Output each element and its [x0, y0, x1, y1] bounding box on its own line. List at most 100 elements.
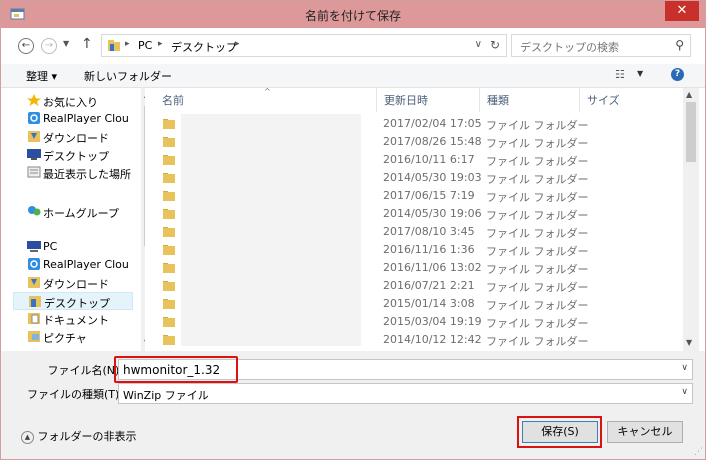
file-type: ファイル フォルダー	[486, 119, 589, 132]
table-row[interactable]: 2015/03/04 19:19 ファイル フォルダー	[151, 313, 683, 331]
nav-item-desktop-selected[interactable]: デスクトップ	[13, 292, 133, 310]
close-button[interactable]: ✕	[665, 1, 699, 21]
view-options-icon[interactable]: ☷	[615, 68, 625, 81]
table-row[interactable]: 2017/08/26 15:48 ファイル フォルダー	[151, 133, 683, 151]
file-date: 2017/08/10 3:45	[383, 225, 475, 238]
save-button[interactable]: 保存(S)	[522, 421, 598, 443]
column-header-size[interactable]: サイズ	[587, 92, 620, 108]
filetype-value: WinZip ファイル	[123, 389, 209, 402]
hide-folders-toggle[interactable]: ▲ フォルダーの非表示	[21, 428, 137, 444]
nav-scrollbar[interactable]: ▲ ▼	[141, 88, 145, 351]
breadcrumb-pc[interactable]: PC	[138, 39, 152, 52]
filetype-select[interactable]: WinZip ファイル ∨	[118, 383, 693, 404]
refresh-icon[interactable]: ↻	[490, 38, 500, 52]
table-row[interactable]: 2016/10/11 6:17 ファイル フォルダー	[151, 151, 683, 169]
file-date: 2014/10/12 12:42	[383, 333, 482, 346]
table-row[interactable]: 2015/01/14 3:08 ファイル フォルダー	[151, 295, 683, 313]
nav-item-label: ダウンロード	[43, 132, 109, 145]
column-divider[interactable]	[479, 88, 480, 112]
nav-item-label: RealPlayer Clou	[43, 258, 129, 271]
table-row[interactable]: 2017/06/15 7:19 ファイル フォルダー	[151, 187, 683, 205]
up-arrow-icon[interactable]: ↑	[81, 36, 93, 52]
search-box[interactable]: デスクトップの検索 ⚲	[511, 34, 691, 57]
realplayer-icon	[28, 258, 40, 270]
breadcrumb-separator-icon: ▸	[235, 39, 240, 49]
address-folder-icon	[108, 40, 120, 51]
filetype-dropdown-icon[interactable]: ∨	[681, 387, 688, 397]
nav-item-recent[interactable]: 最近表示した場所	[13, 164, 133, 182]
table-row[interactable]: 2016/07/21 2:21 ファイル フォルダー	[151, 277, 683, 295]
nav-item-label: ダウンロード	[43, 278, 109, 291]
sort-ascending-icon: ^	[264, 88, 271, 96]
file-type: ファイル フォルダー	[486, 227, 589, 240]
nav-item-label: お気に入り	[43, 96, 98, 109]
nav-item-realplayer[interactable]: RealPlayer Clou	[13, 256, 133, 274]
nav-item-pictures[interactable]: ピクチャ	[13, 328, 133, 346]
table-row[interactable]: 2014/05/30 19:03 ファイル フォルダー	[151, 169, 683, 187]
table-row[interactable]: 2016/11/16 1:36 ファイル フォルダー	[151, 241, 683, 259]
column-header-name[interactable]: 名前	[162, 92, 184, 108]
column-divider[interactable]	[579, 88, 580, 112]
file-date: 2014/05/30 19:06	[383, 207, 482, 220]
title-bar[interactable]: 名前を付けて保存 ✕	[1, 1, 705, 28]
scroll-up-icon[interactable]: ▲	[686, 90, 692, 99]
nav-item-desktop[interactable]: デスクトップ	[13, 146, 133, 164]
scroll-down-icon[interactable]: ▼	[144, 338, 145, 347]
nav-item-label: デスクトップ	[43, 150, 109, 163]
nav-item-homegroup[interactable]: ホームグループ	[13, 203, 133, 221]
hide-folders-label: フォルダーの非表示	[37, 430, 137, 443]
new-folder-button[interactable]: 新しいフォルダー	[84, 68, 172, 84]
address-dropdown-icon[interactable]: ∨	[475, 39, 482, 50]
folder-icon	[163, 299, 175, 309]
back-button[interactable]: ←	[18, 38, 34, 54]
address-row: ← → ▼ ↑ ▸ PC ▸ デスクトップ ▸ ∨ ↻ デスクトップの検索 ⚲	[1, 28, 705, 64]
file-date: 2016/07/21 2:21	[383, 279, 475, 292]
scroll-up-icon[interactable]: ▲	[144, 90, 145, 99]
file-list-scroll-thumb[interactable]	[686, 102, 696, 162]
resize-grip-icon[interactable]: ⋰	[694, 447, 703, 457]
table-row[interactable]: 2016/11/06 13:02 ファイル フォルダー	[151, 259, 683, 277]
desktop-icon	[27, 149, 41, 160]
folder-icon	[163, 173, 175, 183]
nav-item-label: ドキュメント	[43, 314, 109, 327]
nav-scroll-thumb[interactable]	[144, 106, 145, 246]
breadcrumb-separator-icon: ▸	[158, 39, 163, 49]
nav-item-pc[interactable]: PC	[13, 238, 133, 256]
nav-item-label: ホームグループ	[43, 207, 120, 220]
nav-item-favorites[interactable]: お気に入り	[13, 92, 133, 110]
nav-item-documents[interactable]: ドキュメント	[13, 310, 133, 328]
scroll-down-icon[interactable]: ▼	[686, 338, 692, 347]
file-type: ファイル フォルダー	[486, 137, 589, 150]
nav-item-label: 最近表示した場所	[43, 168, 131, 181]
table-row[interactable]: 2014/05/30 19:06 ファイル フォルダー	[151, 205, 683, 223]
column-divider[interactable]	[376, 88, 377, 112]
table-row[interactable]: 2017/08/10 3:45 ファイル フォルダー	[151, 223, 683, 241]
dialog-footer: ▲ フォルダーの非表示 保存(S) キャンセル ⋰	[1, 409, 705, 459]
file-list-scrollbar[interactable]: ▲ ▼	[683, 88, 699, 351]
recent-locations-chevron-icon[interactable]: ▼	[63, 39, 69, 48]
organize-button[interactable]: 整理 ▾	[26, 68, 57, 84]
view-dropdown-icon[interactable]: ▼	[637, 69, 643, 78]
column-header-date[interactable]: 更新日時	[384, 92, 428, 108]
download-icon	[28, 277, 40, 288]
help-icon[interactable]: ?	[671, 68, 684, 81]
breadcrumb-desktop[interactable]: デスクトップ	[171, 39, 237, 55]
save-form: ファイル名(N): ∨ ファイルの種類(T): WinZip ファイル ∨	[1, 351, 705, 409]
forward-button[interactable]: →	[41, 38, 57, 54]
folder-icon	[163, 317, 175, 327]
table-row[interactable]: 2017/02/04 17:05 ファイル フォルダー	[151, 115, 683, 133]
cancel-button[interactable]: キャンセル	[607, 421, 683, 443]
nav-item-downloads[interactable]: ダウンロード	[13, 128, 133, 146]
address-bar[interactable]: ▸ PC ▸ デスクトップ ▸ ∨ ↻	[101, 34, 507, 57]
file-type: ファイル フォルダー	[486, 281, 589, 294]
breadcrumb-separator-icon: ▸	[125, 39, 130, 49]
recent-icon	[27, 166, 41, 178]
table-row[interactable]: 2014/10/12 12:42 ファイル フォルダー	[151, 331, 683, 349]
nav-item-realplayer[interactable]: RealPlayer Clou	[13, 110, 133, 128]
nav-item-downloads[interactable]: ダウンロード	[13, 274, 133, 292]
file-type: ファイル フォルダー	[486, 209, 589, 222]
search-icon[interactable]: ⚲	[675, 38, 684, 52]
column-header-type[interactable]: 種類	[487, 92, 509, 108]
file-date: 2016/11/06 13:02	[383, 261, 482, 274]
filename-dropdown-icon[interactable]: ∨	[681, 363, 688, 373]
